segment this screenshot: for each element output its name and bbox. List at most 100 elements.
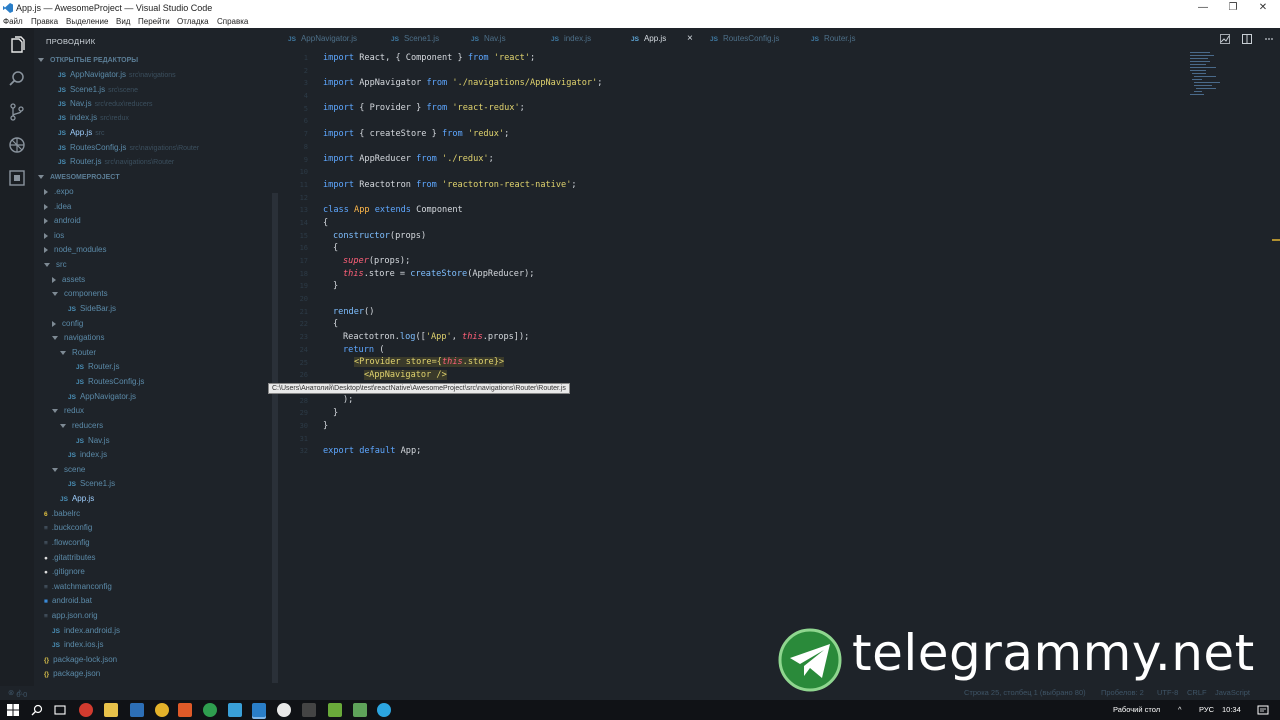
app-icon[interactable]	[203, 703, 217, 717]
tree-item-label: .buckconfig	[51, 523, 93, 532]
tree-item[interactable]: {} package.json	[44, 667, 100, 680]
tree-item[interactable]: node_modules	[44, 243, 106, 256]
tree-item[interactable]: ● .gitattributes	[44, 551, 96, 564]
tree-item-label: package-lock.json	[53, 655, 118, 664]
close-window-button[interactable]: ✕	[1240, 0, 1280, 16]
tree-item[interactable]: reducers	[60, 419, 103, 432]
tab-routesconfig[interactable]: JS RoutesConfig.js	[710, 34, 779, 43]
split-editor-icon[interactable]	[1242, 34, 1252, 44]
open-editor-item[interactable]: JS index.js src\redux	[58, 111, 129, 124]
tree-item[interactable]: scene	[52, 463, 85, 476]
windows-start-icon[interactable]	[6, 703, 20, 717]
tree-item[interactable]: config	[52, 317, 83, 330]
tray-expand-icon[interactable]: ^	[1178, 705, 1182, 714]
telegram-icon[interactable]	[377, 703, 391, 717]
tree-item[interactable]: JS AppNavigator.js	[68, 390, 136, 403]
taskbar-search-icon[interactable]	[30, 703, 44, 717]
menu-debug[interactable]: Отладка	[177, 17, 209, 26]
tree-item[interactable]: JS SideBar.js	[68, 302, 116, 315]
open-editor-item[interactable]: JS Nav.js src\redux\reducers	[58, 97, 153, 110]
skype-icon[interactable]	[228, 703, 242, 717]
tab-appnavigator[interactable]: JS AppNavigator.js	[288, 34, 357, 43]
debug-icon[interactable]	[7, 135, 27, 155]
source-control-icon[interactable]	[7, 102, 27, 122]
tree-item[interactable]: JS index.ios.js	[52, 638, 104, 651]
tree-item[interactable]: JS RoutesConfig.js	[76, 375, 144, 388]
tree-item[interactable]: 6 .babelrc	[44, 507, 80, 520]
open-editor-item[interactable]: JS Scene1.js src\scene	[58, 83, 138, 96]
tree-item[interactable]: Router	[60, 346, 96, 359]
code-editor[interactable]: 1 2 3 4 5 6 7 8 9 10 11 12 13 14 15 16 17 18 19 20 21 22 23 24 2…	[268, 50, 1280, 686]
tree-item[interactable]: android	[44, 214, 81, 227]
app-icon[interactable]	[178, 703, 192, 717]
tab-close-icon[interactable]: ×	[687, 33, 693, 44]
tree-item[interactable]: ≡ app.json.orig	[44, 609, 98, 622]
tab-nav[interactable]: JS Nav.js	[471, 34, 506, 43]
chrome-icon[interactable]	[155, 703, 169, 717]
line-number: 22	[299, 320, 308, 328]
app-icon[interactable]	[277, 703, 291, 717]
open-editor-item[interactable]: JS AppNavigator.js src\navigations	[58, 68, 176, 81]
file-explorer-icon[interactable]	[104, 703, 118, 717]
menu-edit[interactable]: Правка	[31, 17, 58, 26]
more-actions-icon[interactable]	[1264, 34, 1274, 44]
tree-item[interactable]: ios	[44, 229, 64, 242]
code-line-1: import React, { Component } from 'react'…	[323, 53, 536, 63]
code-line-11: import Reactotron from 'reactotron-react…	[323, 180, 577, 190]
language-indicator[interactable]: РУС	[1199, 705, 1214, 714]
menu-help[interactable]: Справка	[217, 17, 248, 26]
chevron-down-icon	[60, 423, 66, 428]
extensions-icon[interactable]	[7, 168, 27, 188]
tree-item[interactable]: JS Router.js	[76, 360, 120, 373]
search-icon[interactable]	[7, 69, 27, 89]
task-view-icon[interactable]	[53, 703, 67, 717]
explorer-icon[interactable]	[7, 36, 27, 56]
open-editors-section[interactable]: ОТКРЫТЫЕ РЕДАКТОРЫ	[38, 53, 138, 66]
terminal-icon[interactable]	[302, 703, 316, 717]
open-editor-item[interactable]: JS RoutesConfig.js src\navigations\Router	[58, 141, 199, 154]
tree-item-label: .babelrc	[51, 509, 81, 518]
desktop-toolbar[interactable]: Рабочий стол	[1113, 705, 1160, 714]
line-number: 15	[299, 232, 308, 240]
clock[interactable]: 10:34	[1222, 705, 1241, 714]
minimap[interactable]	[1190, 50, 1240, 110]
tree-item[interactable]: JS Scene1.js	[68, 477, 115, 490]
menu-view[interactable]: Вид	[116, 17, 130, 26]
tree-item[interactable]: ● .gitignore	[44, 565, 85, 578]
tree-item[interactable]: assets	[52, 273, 85, 286]
tree-item[interactable]: ≡ .flowconfig	[44, 536, 90, 549]
line-number: 4	[303, 92, 308, 100]
opera-icon[interactable]	[79, 703, 93, 717]
tree-item[interactable]: redux	[52, 404, 84, 417]
menu-file[interactable]: Файл	[3, 17, 23, 26]
open-editor-item-active[interactable]: JS App.js src	[58, 126, 105, 139]
app-icon[interactable]	[328, 703, 342, 717]
tree-item[interactable]: ≡ .watchmanconfig	[44, 580, 112, 593]
problems-status[interactable]: ⊗ 0 ⚠ 0	[8, 688, 27, 699]
tree-item[interactable]: ≡ .buckconfig	[44, 521, 92, 534]
tree-item[interactable]: src	[44, 258, 67, 271]
tab-app[interactable]: JS App.js	[631, 34, 666, 43]
store-icon[interactable]	[130, 703, 144, 717]
tree-item[interactable]: JS Nav.js	[76, 434, 110, 447]
tree-item[interactable]: navigations	[52, 331, 104, 344]
tree-item[interactable]: JS App.js	[60, 492, 94, 505]
open-editor-item[interactable]: JS Router.js src\navigations\Router	[58, 155, 174, 168]
android-icon[interactable]	[353, 703, 367, 717]
tab-scene1[interactable]: JS Scene1.js	[391, 34, 439, 43]
menu-selection[interactable]: Выделение	[66, 17, 108, 26]
menu-go[interactable]: Перейти	[138, 17, 170, 26]
tree-item[interactable]: ■ android.bat	[44, 594, 92, 607]
tree-item[interactable]: JS index.js	[68, 448, 107, 461]
vscode-taskbar-icon[interactable]	[252, 703, 266, 717]
open-changes-icon[interactable]	[1220, 34, 1230, 44]
tree-item[interactable]: .expo	[44, 185, 74, 198]
tree-item[interactable]: JS index.android.js	[52, 624, 120, 637]
notifications-icon[interactable]	[1256, 703, 1270, 717]
tree-item[interactable]: components	[52, 287, 108, 300]
tree-item[interactable]: .idea	[44, 200, 71, 213]
tab-router[interactable]: JS Router.js	[811, 34, 856, 43]
tab-index[interactable]: JS index.js	[551, 34, 591, 43]
project-section[interactable]: AWESOMEPROJECT	[38, 170, 120, 183]
tree-item[interactable]: {} package-lock.json	[44, 653, 117, 666]
